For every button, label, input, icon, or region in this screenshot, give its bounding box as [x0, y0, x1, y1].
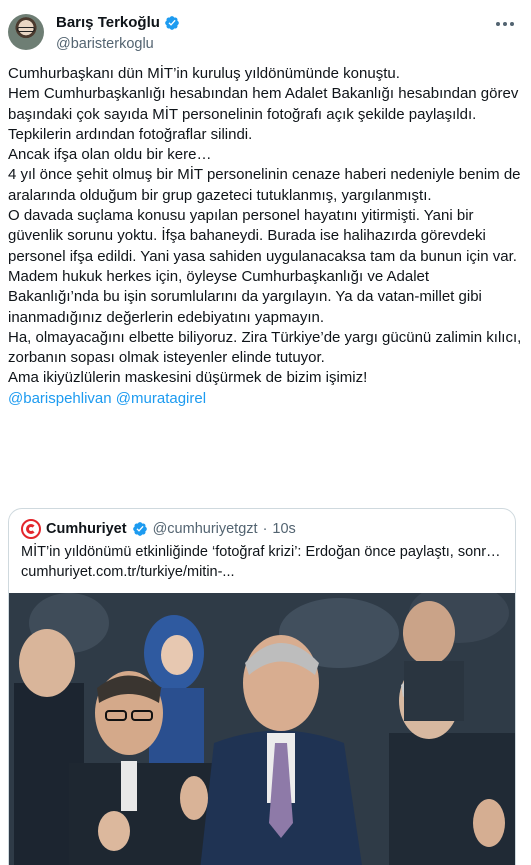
- quote-header: Cumhuriyet @cumhuriyetgzt · 10s: [21, 519, 296, 539]
- more-dot-icon: [496, 22, 500, 26]
- author-name-row: Barış Terkoğlu: [56, 14, 180, 31]
- tweet-header: Barış Terkoğlu @baristerkoglu: [8, 10, 523, 56]
- mention-link[interactable]: @barispehlivan: [8, 390, 112, 407]
- tweet-line: Ancak ifşa olan oldu bir kere…: [8, 146, 212, 164]
- quoted-tweet-card[interactable]: Cumhuriyet @cumhuriyetgzt · 10s MİT’in y…: [8, 508, 516, 865]
- tweet-line: Madem hukuk herkes için, öyleyse Cumhurb…: [8, 267, 487, 326]
- mention-link[interactable]: @muratagirel: [116, 390, 206, 407]
- cumhuriyet-logo-icon: [21, 519, 41, 539]
- tweet-line: Hem Cumhurbaşkanlığı hesabından hem Adal…: [8, 85, 523, 123]
- quote-separator: ·: [262, 521, 268, 537]
- author-handle[interactable]: @baristerkoglu: [56, 36, 154, 52]
- tweet-line: 4 yıl önce şehit olmuş bir MİT personeli…: [8, 166, 525, 204]
- event-photo-illustration: [9, 593, 515, 865]
- tweet-line: Ama ikiyüzlülerin maskesini düşürmek de …: [8, 369, 368, 387]
- quote-article-link[interactable]: cumhuriyet.com.tr/turkiye/mitin-...: [21, 563, 507, 582]
- quote-photo[interactable]: [9, 593, 515, 865]
- quote-article-title: MİT’in yıldönümü etkinliğinde ‘fotoğraf …: [21, 544, 507, 560]
- tweet-text: Cumhurbaşkanı dün MİT’in kuruluş yıldönü…: [8, 64, 523, 409]
- quote-author-handle[interactable]: @cumhuriyetgzt: [153, 521, 258, 537]
- tweet-line: Tepkilerin ardından fotoğraflar silindi.: [8, 125, 253, 143]
- tweet-line: Ha, olmayacağını elbette biliyoruz. Zira…: [8, 328, 526, 367]
- more-dot-icon: [503, 22, 507, 26]
- quote-author-name[interactable]: Cumhuriyet: [46, 521, 127, 537]
- tweet-line: Cumhurbaşkanı dün MİT’in kuruluş yıldönü…: [8, 65, 400, 82]
- more-options-button[interactable]: [493, 16, 517, 32]
- avatar-glasses: [17, 27, 35, 32]
- more-dot-icon: [510, 22, 514, 26]
- mentions-line: @barispehlivan @muratagirel: [8, 389, 523, 409]
- verified-badge-icon: [165, 15, 179, 30]
- author-name[interactable]: Barış Terkoğlu: [56, 14, 160, 31]
- author-avatar[interactable]: [8, 14, 44, 50]
- quote-timestamp[interactable]: 10s: [272, 521, 295, 537]
- verified-badge-icon: [132, 522, 147, 536]
- tweet-line: O davada suçlama konusu yapılan personel…: [8, 207, 517, 265]
